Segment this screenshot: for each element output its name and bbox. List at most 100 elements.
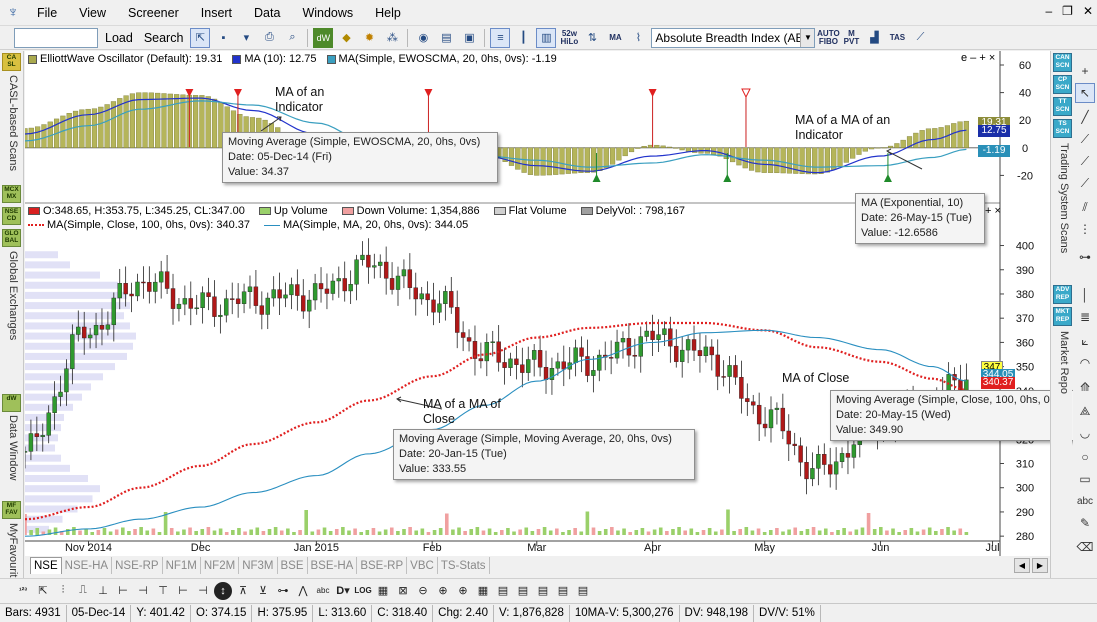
tool-h-icon[interactable]: ⊼	[234, 582, 252, 600]
abc-tool-icon[interactable]: abc	[314, 582, 332, 600]
auto-fibo-icon[interactable]: AUTO FIBO	[817, 28, 840, 48]
print-icon[interactable]: ⎙	[259, 28, 279, 48]
candlestick-chart-icon[interactable]: ≡	[490, 27, 511, 48]
tool-j-icon[interactable]: ⊶	[274, 582, 292, 600]
nse-cd-button[interactable]: NSE CD	[2, 207, 21, 225]
trading-system-scans-label[interactable]: Trading System Scans	[1054, 143, 1070, 253]
trend-icon[interactable]: ⟋	[910, 28, 930, 48]
doc-b-icon[interactable]: ▤	[514, 582, 532, 600]
cycle-tool-icon[interactable]: ◡	[1075, 423, 1095, 443]
doc-a-icon[interactable]: ▤	[494, 582, 512, 600]
gann-tool-icon[interactable]: ⟰	[1075, 377, 1095, 397]
tab-nf2m[interactable]: NF2M	[201, 557, 240, 574]
can-scn-button[interactable]: CAN SCN	[1053, 53, 1072, 72]
rectangle-tool-icon[interactable]: ▭	[1075, 469, 1095, 489]
ts-scn-button[interactable]: TS SCN	[1053, 119, 1072, 138]
arc-tool-icon[interactable]: ◠	[1075, 353, 1095, 373]
calendar-icon[interactable]: ▦	[474, 582, 492, 600]
mcx-button[interactable]: MCX MX	[2, 185, 21, 203]
tab-bse-ha[interactable]: BSE-HA	[308, 557, 358, 574]
price-pane-controls[interactable]: + ×	[985, 205, 1001, 217]
menu-screener[interactable]: Screener	[117, 6, 190, 20]
indicator-chart-icon[interactable]: ⌇	[628, 28, 648, 48]
adv-rep-button[interactable]: ADV REP	[1053, 285, 1072, 304]
tool-i-icon[interactable]: ⊻	[254, 582, 272, 600]
tab-nse-ha[interactable]: NSE-HA	[62, 557, 113, 574]
restore-icon[interactable]: ❐	[1062, 4, 1073, 18]
parallel-tool-icon[interactable]: ⋮	[1075, 219, 1095, 239]
casl-button[interactable]: CA SL	[2, 53, 21, 71]
scroll-left-icon[interactable]: ◀	[1014, 558, 1030, 573]
data-window-label[interactable]: Data Window	[3, 415, 19, 480]
grid-icon[interactable]: ▦	[374, 582, 392, 600]
menu-data[interactable]: Data	[243, 6, 291, 20]
casl-scans-label[interactable]: CASL-based Scans	[3, 75, 19, 171]
fan-tool-icon[interactable]: ⟀	[1075, 331, 1095, 351]
cursor-chart-icon[interactable]: ⇱	[190, 27, 211, 48]
tool-a-icon[interactable]: ⎍	[74, 582, 92, 600]
snap-icon[interactable]: ↕	[214, 581, 232, 600]
tool-b-icon[interactable]: ⊥	[94, 582, 112, 600]
scroll-right-icon[interactable]: ▶	[1032, 558, 1048, 573]
globe-icon[interactable]: ◉	[413, 28, 433, 48]
save-icon[interactable]: ▪	[213, 28, 233, 48]
bar-compare-icon[interactable]: ▟	[864, 28, 884, 48]
global-button[interactable]: GLO BAL	[2, 229, 21, 247]
symbol-input[interactable]	[14, 27, 98, 48]
search-button[interactable]: Search	[140, 28, 188, 48]
app-logo-icon[interactable]: ♆	[0, 1, 26, 25]
load-button[interactable]: Load	[101, 28, 137, 48]
tas-icon[interactable]: TAS	[887, 28, 907, 48]
eraser-tool-icon[interactable]: ⌫	[1075, 537, 1095, 557]
star-tool-icon[interactable]: ✹	[359, 28, 379, 48]
volume-chart-icon[interactable]: ▥	[536, 27, 557, 48]
indicator-select[interactable]: Absolute Breadth Index (ABI ▼	[651, 27, 816, 48]
tt-scn-button[interactable]: TT SCN	[1053, 97, 1072, 116]
tool-g-icon[interactable]: ⊣	[194, 582, 212, 600]
menu-file[interactable]: File	[26, 6, 68, 20]
window-icon[interactable]: ▣	[459, 28, 479, 48]
diamond-tool-icon[interactable]: ◆	[336, 28, 356, 48]
horizontal-line-icon[interactable]: ⊶	[1075, 247, 1095, 267]
pin-icon[interactable]: ⫶	[54, 582, 72, 600]
line-tool-2-icon[interactable]: ⟋	[1075, 129, 1095, 149]
chevron-down-icon[interactable]: ▼	[800, 28, 815, 47]
cp-scn-button[interactable]: CP SCN	[1053, 75, 1072, 94]
data-window-icon[interactable]: dW	[313, 27, 334, 48]
cursor-icon[interactable]: ⇱	[34, 582, 52, 600]
pane-controls[interactable]: e – + ×	[961, 52, 995, 64]
print-preview-icon[interactable]: ⌕	[282, 28, 302, 48]
tab-nse-rp[interactable]: NSE-RP	[112, 557, 163, 574]
tab-nf3m[interactable]: NF3M	[239, 557, 278, 574]
tool-e-icon[interactable]: ⊤	[154, 582, 172, 600]
data-window-button[interactable]: dW	[2, 394, 21, 412]
my-favourites-button[interactable]: MF FAV	[2, 501, 21, 519]
doc-e-icon[interactable]: ▤	[574, 582, 592, 600]
ellipse-tool-icon[interactable]: ○	[1075, 447, 1095, 467]
close-icon[interactable]: ✕	[1083, 4, 1093, 18]
numbering-icon[interactable]: ¹²³	[14, 582, 32, 600]
tab-bse-rp[interactable]: BSE-RP	[357, 557, 408, 574]
global-exchanges-label[interactable]: Global Exchanges	[3, 251, 19, 340]
log-scale-button[interactable]: LOG	[354, 582, 372, 600]
line-tool-3-icon[interactable]: ⟋	[1075, 151, 1095, 171]
doc-c-icon[interactable]: ▤	[534, 582, 552, 600]
ma-icon[interactable]: MA	[605, 28, 625, 48]
channel-tool-icon[interactable]: ⫽	[1075, 197, 1095, 217]
chart-canvas[interactable]: 6040200-20400390380370360350340330320310…	[22, 51, 1050, 556]
menu-windows[interactable]: Windows	[291, 6, 364, 20]
tab-ts-stats[interactable]: TS-Stats	[438, 557, 490, 574]
vertical-line-icon[interactable]: │	[1075, 285, 1095, 305]
pointer-icon[interactable]: ↖	[1075, 83, 1095, 103]
tool-d-icon[interactable]: ⊣	[134, 582, 152, 600]
doc-d-icon[interactable]: ▤	[554, 582, 572, 600]
minimize-icon[interactable]: –	[1045, 4, 1052, 18]
fit-icon[interactable]: ⊠	[394, 582, 412, 600]
tool-k-icon[interactable]: ⋀	[294, 582, 312, 600]
text-tool-icon[interactable]: abc	[1075, 491, 1095, 511]
tab-nse[interactable]: NSE	[30, 557, 62, 574]
crosshair-icon[interactable]: +	[1075, 61, 1095, 81]
52w-hilo-icon[interactable]: 52w HiLo	[559, 28, 579, 48]
fib-tool-icon[interactable]: ≣	[1075, 307, 1095, 327]
line-tool-icon[interactable]: ╱	[1075, 107, 1095, 127]
